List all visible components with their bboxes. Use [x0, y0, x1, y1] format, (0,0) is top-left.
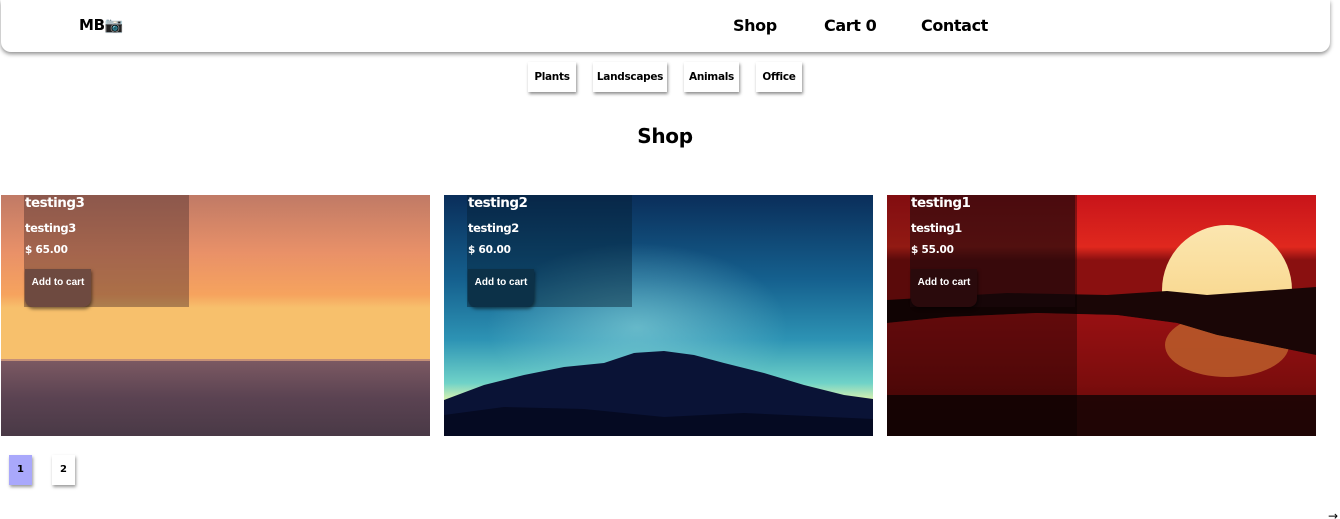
- product-card[interactable]: testing3 testing3 $ 65.00 Add to cart: [1, 195, 430, 436]
- pagination-page-2[interactable]: 2: [52, 455, 75, 485]
- product-card[interactable]: testing1 testing1 $ 55.00 Add to cart: [887, 195, 1316, 436]
- category-animals-button[interactable]: Animals: [684, 62, 739, 92]
- navbar: MB📷 Shop Cart 0 Contact: [1, 0, 1330, 52]
- product-description: testing1: [911, 221, 962, 235]
- category-plants-button[interactable]: Plants: [528, 62, 576, 92]
- brand-logo[interactable]: MB📷: [79, 16, 123, 34]
- nav-link-shop[interactable]: Shop: [733, 16, 777, 35]
- product-description: testing2: [468, 221, 519, 235]
- product-price: $ 55.00: [911, 244, 954, 256]
- arrow-right-icon: →: [1327, 509, 1338, 519]
- category-landscapes-button[interactable]: Landscapes: [593, 62, 667, 92]
- product-price: $ 65.00: [25, 244, 68, 256]
- product-card[interactable]: testing2 testing2 $ 60.00 Add to cart: [444, 195, 873, 436]
- category-office-button[interactable]: Office: [756, 62, 802, 92]
- pagination-page-1[interactable]: 1: [9, 455, 32, 485]
- product-price: $ 60.00: [468, 244, 511, 256]
- nav-link-cart[interactable]: Cart 0: [824, 16, 877, 35]
- add-to-cart-button[interactable]: Add to cart: [25, 269, 91, 307]
- camera-icon: 📷: [104, 16, 124, 34]
- add-to-cart-button[interactable]: Add to cart: [468, 269, 534, 307]
- add-to-cart-button[interactable]: Add to cart: [911, 269, 977, 307]
- product-title: testing2: [468, 195, 528, 211]
- page-title: Shop: [637, 124, 693, 148]
- product-title: testing3: [25, 195, 85, 211]
- nav-link-contact[interactable]: Contact: [921, 16, 988, 35]
- brand-text: MB: [79, 16, 105, 34]
- product-title: testing1: [911, 195, 971, 211]
- product-description: testing3: [25, 221, 76, 235]
